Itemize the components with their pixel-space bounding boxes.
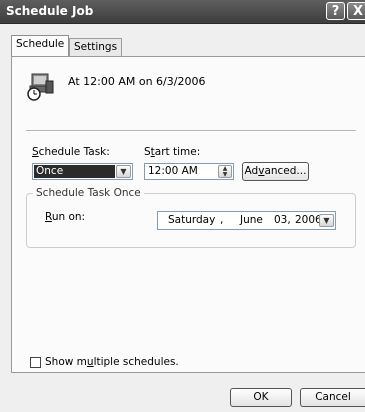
date-year[interactable]: 2006: [295, 214, 322, 226]
run-on-label: Run on:: [45, 211, 86, 223]
schedule-job-dialog: Schedule Job ? X Schedule Settings At 12…: [0, 0, 365, 412]
ok-button[interactable]: OK: [230, 388, 292, 407]
schedule-panel: At 12:00 AM on 6/3/2006 Schedule Task: O…: [11, 56, 365, 373]
tab-schedule[interactable]: Schedule: [11, 35, 69, 56]
show-multiple-checkbox[interactable]: [30, 357, 41, 368]
advanced-button[interactable]: Advanced...: [242, 162, 309, 181]
schedule-task-value: Once: [34, 165, 115, 178]
date-weekday[interactable]: Saturday: [168, 214, 215, 226]
separator: [26, 130, 356, 132]
calendar-dropdown-icon[interactable]: ▼: [319, 214, 334, 227]
date-separator: ,: [220, 214, 224, 226]
show-multiple-label[interactable]: Show multiple schedules.: [45, 356, 179, 368]
date-day[interactable]: 03,: [274, 214, 291, 226]
window-title: Schedule Job: [6, 4, 94, 18]
start-time-value: 12:00 AM: [148, 165, 198, 177]
help-button[interactable]: ?: [326, 2, 345, 20]
start-time-label: Start time:: [144, 146, 201, 158]
date-month[interactable]: June: [240, 214, 263, 226]
tab-settings[interactable]: Settings: [69, 38, 122, 57]
start-time-input[interactable]: 12:00 AM ▲ ▼: [144, 163, 234, 180]
scheduled-task-icon: [27, 73, 54, 101]
schedule-task-once-group: Schedule Task Once Run on: Saturday , Ju…: [26, 187, 356, 248]
cancel-button[interactable]: Cancel: [300, 388, 365, 407]
spin-arrows-icon[interactable]: ▲ ▼: [218, 165, 232, 178]
run-on-date-picker[interactable]: Saturday , June 03, 2006 ▼: [157, 211, 336, 230]
group-title: Schedule Task Once: [33, 187, 144, 199]
schedule-task-label: Schedule Task:: [32, 146, 110, 158]
title-bar[interactable]: Schedule Job ? X: [0, 0, 365, 24]
schedule-task-select[interactable]: Once ▼: [32, 163, 133, 180]
close-button[interactable]: X: [347, 2, 365, 20]
chevron-down-icon[interactable]: ▼: [116, 165, 131, 178]
schedule-summary: At 12:00 AM on 6/3/2006: [68, 75, 206, 88]
